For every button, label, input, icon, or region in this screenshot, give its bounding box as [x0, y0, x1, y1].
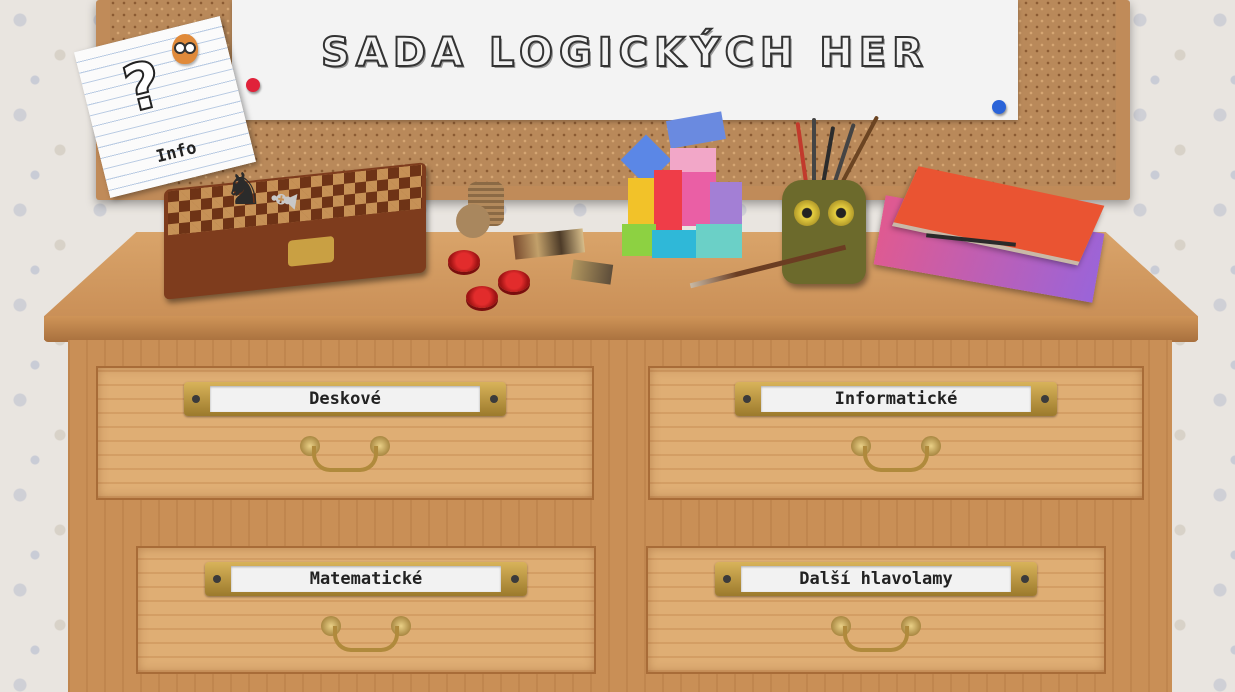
drawer-informaticke[interactable]: Informatické — [648, 366, 1144, 500]
clasp-icon — [288, 235, 334, 267]
drawer-label-dalsi: Další hlavolamy — [741, 566, 1011, 592]
title-paper: SADA LOGICKÝCH HER — [232, 0, 1018, 120]
chess-knight-icon: ♞ — [224, 164, 264, 215]
drawer-label-informaticke: Informatické — [761, 386, 1031, 412]
dresser-edge — [44, 316, 1198, 342]
red-checker-icon — [498, 270, 530, 292]
pentomino-blocks-icon — [618, 111, 746, 262]
owl-pin-icon — [172, 34, 198, 64]
label-plate: Matematické — [205, 562, 527, 596]
drawer-handle-icon — [300, 436, 390, 472]
wooden-coin-icon — [456, 204, 490, 238]
blue-pushpin-icon — [992, 100, 1006, 114]
drawer-label-matematicke: Matematické — [231, 566, 501, 592]
pen-icon — [812, 118, 816, 186]
drawer-deskove[interactable]: Deskové — [96, 366, 594, 500]
question-mark-icon: ? — [115, 46, 171, 129]
drawer-label-deskove: Deskové — [210, 386, 480, 412]
drawer-dalsi-hlavolamy[interactable]: Další hlavolamy — [646, 546, 1106, 674]
owl-pencil-holder-icon — [782, 180, 866, 284]
red-checker-icon — [448, 250, 480, 272]
page-title: SADA LOGICKÝCH HER — [320, 29, 929, 77]
drawer-handle-icon — [321, 616, 411, 652]
label-plate: Další hlavolamy — [715, 562, 1037, 596]
label-plate: Deskové — [184, 382, 506, 416]
red-checker-icon — [466, 286, 498, 308]
label-plate: Informatické — [735, 382, 1057, 416]
drawer-matematicke[interactable]: Matematické — [136, 546, 596, 674]
red-pushpin-icon — [246, 78, 260, 92]
drawer-handle-icon — [851, 436, 941, 472]
drawer-handle-icon — [831, 616, 921, 652]
